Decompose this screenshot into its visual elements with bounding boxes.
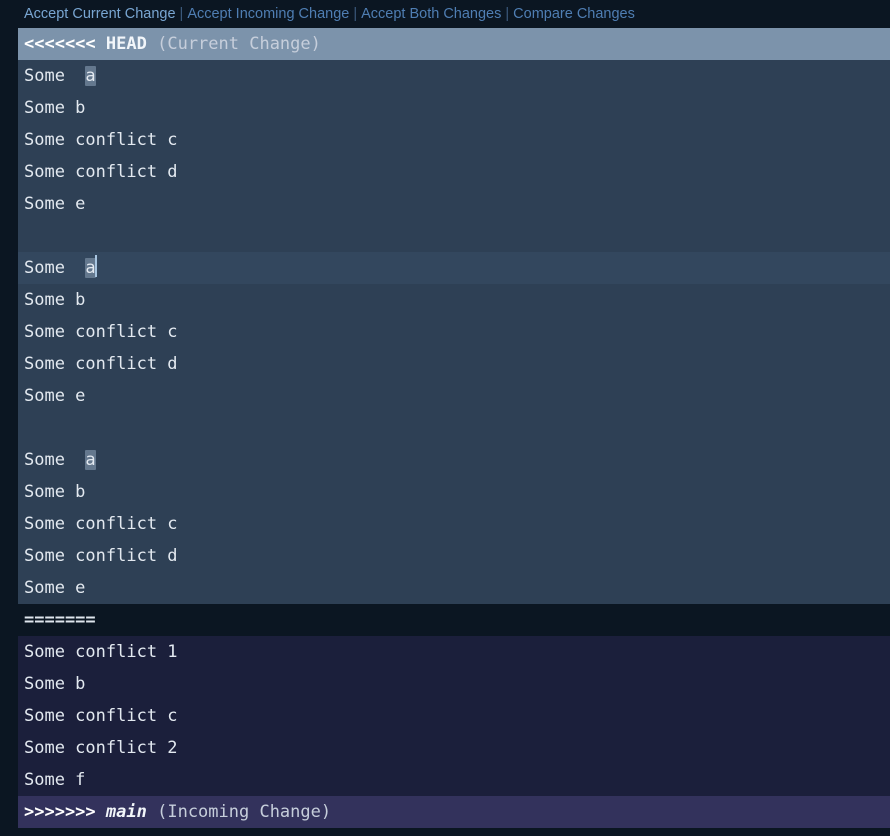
code-text: Some conflict 1: [24, 642, 178, 662]
conflict-arrows-incoming: >>>>>>>: [24, 802, 96, 822]
code-lines: <<<<<<< HEAD (Current Change) Some a Some …: [0, 28, 890, 828]
code-line[interactable]: Some b: [0, 668, 890, 700]
codelens-separator: |: [505, 6, 510, 22]
code-line[interactable]: [0, 220, 890, 252]
word-occurrence-highlight: a: [85, 450, 96, 470]
word-occurrence-highlight: a: [85, 66, 96, 86]
codelens-compare-changes[interactable]: Compare Changes: [513, 6, 635, 22]
code-line[interactable]: Some conflict d: [0, 156, 890, 188]
code-line[interactable]: Some a: [0, 252, 890, 284]
editor-gutter: [0, 28, 18, 836]
conflict-marker-incoming[interactable]: >>>>>>> main (Incoming Change): [0, 796, 890, 828]
code-line[interactable]: Some conflict 2: [0, 732, 890, 764]
conflict-equals-separator: =======: [24, 610, 96, 630]
conflict-note-current: (Current Change): [157, 34, 321, 54]
codelens-accept-current-change[interactable]: Accept Current Change: [24, 6, 176, 22]
code-line[interactable]: Some e: [0, 188, 890, 220]
code-area[interactable]: <<<<<<< HEAD (Current Change) Some a Some …: [0, 28, 890, 836]
merge-conflict-editor: Accept Current Change | Accept Incoming Ch…: [0, 0, 890, 836]
code-text: Some conflict c: [24, 706, 178, 726]
text-cursor: [94, 255, 97, 277]
code-text: Some e: [24, 386, 86, 406]
code-line[interactable]: Some conflict c: [0, 700, 890, 732]
code-line[interactable]: Some conflict d: [0, 348, 890, 380]
merge-conflict-codelens: Accept Current Change | Accept Incoming Ch…: [0, 0, 890, 28]
conflict-arrows-current: <<<<<<<: [24, 34, 96, 54]
code-text: Some conflict d: [24, 354, 178, 374]
code-line[interactable]: Some conflict c: [0, 316, 890, 348]
code-text: Some b: [24, 290, 86, 310]
code-line[interactable]: Some b: [0, 92, 890, 124]
code-text: Some conflict c: [24, 514, 178, 534]
code-line[interactable]: Some a: [0, 444, 890, 476]
code-line[interactable]: Some conflict d: [0, 540, 890, 572]
conflict-marker-current-head[interactable]: <<<<<<< HEAD (Current Change): [0, 28, 890, 60]
code-line[interactable]: Some e: [0, 572, 890, 604]
code-text: Some f: [24, 770, 86, 790]
code-text: Some conflict d: [24, 546, 178, 566]
code-text: Some conflict c: [24, 130, 178, 150]
code-text: Some: [24, 66, 86, 86]
conflict-note-incoming: (Incoming Change): [157, 802, 332, 822]
conflict-marker-separator[interactable]: =======: [0, 604, 890, 636]
code-line[interactable]: Some a: [0, 60, 890, 92]
code-text: Some conflict d: [24, 162, 178, 182]
codelens-separator: |: [179, 6, 184, 22]
conflict-ref-branch: main: [105, 802, 147, 822]
code-text: Some e: [24, 578, 86, 598]
code-line[interactable]: Some conflict c: [0, 508, 890, 540]
code-text: Some: [24, 450, 86, 470]
code-line[interactable]: Some conflict c: [0, 124, 890, 156]
codelens-accept-incoming-change[interactable]: Accept Incoming Change: [187, 6, 349, 22]
codelens-separator: |: [353, 6, 358, 22]
code-line[interactable]: Some b: [0, 284, 890, 316]
code-line[interactable]: Some conflict 1: [0, 636, 890, 668]
code-line[interactable]: Some f: [0, 764, 890, 796]
code-text: Some b: [24, 674, 86, 694]
code-text: Some conflict 2: [24, 738, 178, 758]
code-text: Some b: [24, 482, 86, 502]
code-line[interactable]: Some b: [0, 476, 890, 508]
code-text: Some e: [24, 194, 86, 214]
code-line[interactable]: [0, 412, 890, 444]
code-text: Some b: [24, 98, 86, 118]
code-text: Some conflict c: [24, 322, 178, 342]
code-text: Some: [24, 258, 86, 278]
codelens-accept-both-changes[interactable]: Accept Both Changes: [361, 6, 501, 22]
conflict-ref-head: HEAD: [105, 34, 147, 54]
code-line[interactable]: Some e: [0, 380, 890, 412]
